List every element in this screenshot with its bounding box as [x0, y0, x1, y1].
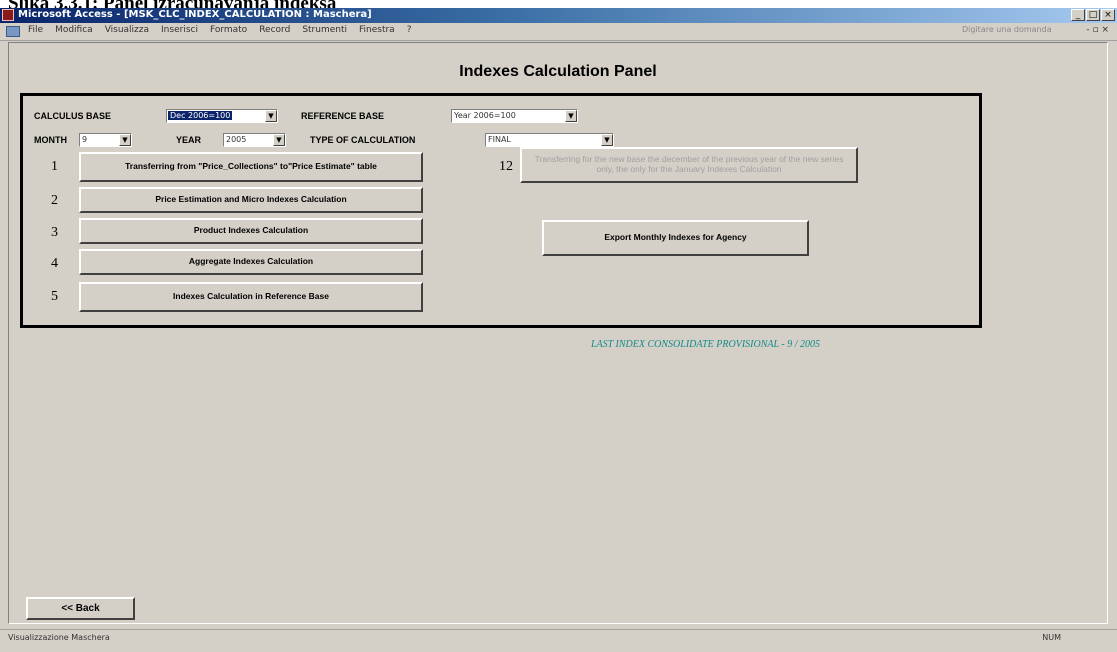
last-index-status: LAST INDEX CONSOLIDATE PROVISIONAL - 9 /…: [591, 339, 820, 350]
reference-base-value: Year 2006=100: [454, 111, 516, 120]
export-monthly-indexes-button[interactable]: Export Monthly Indexes for Agency: [542, 220, 809, 256]
step-5-number: 5: [51, 289, 58, 304]
type-of-calculation-label: TYPE OF CALCULATION: [310, 135, 416, 145]
maximize-button[interactable]: □: [1086, 9, 1100, 21]
menu-strumenti[interactable]: Strumenti: [302, 25, 347, 35]
form-area: Indexes Calculation Panel CALCULUS BASE …: [8, 42, 1108, 624]
calculus-base-value: Dec 2006=100: [168, 111, 233, 120]
panel-title: Indexes Calculation Panel: [459, 63, 657, 80]
month-label: MONTH: [34, 135, 67, 145]
step-12-number: 12: [499, 159, 513, 174]
month-value: 9: [82, 135, 88, 144]
product-indexes-button[interactable]: Product Indexes Calculation: [79, 218, 423, 244]
month-combo[interactable]: 9 ▼: [79, 133, 132, 147]
menu-modifica[interactable]: Modifica: [55, 25, 93, 35]
calculation-frame: CALCULUS BASE Dec 2006=100 ▼ REFERENCE B…: [20, 93, 982, 350]
year-combo[interactable]: 2005 ▼: [223, 133, 286, 147]
calculus-base-label: CALCULUS BASE: [34, 111, 112, 121]
mdi-window-controls[interactable]: - ▫ ×: [1086, 25, 1109, 35]
menu-record[interactable]: Record: [259, 25, 290, 35]
form-icon[interactable]: [6, 26, 20, 37]
menu-help[interactable]: ?: [407, 25, 412, 35]
menu-items: File Modifica Visualizza Inserisci Forma…: [28, 25, 423, 35]
price-estimation-button[interactable]: Price Estimation and Micro Indexes Calcu…: [79, 187, 423, 213]
reference-base-calculation-button[interactable]: Indexes Calculation in Reference Base: [79, 282, 423, 312]
calculus-base-combo[interactable]: Dec 2006=100 ▼: [166, 109, 278, 123]
window-controls: _ □ ×: [1070, 9, 1115, 22]
access-window: Microsoft Access - [MSK_CLC_INDEX_CALCUL…: [0, 8, 1117, 652]
transfer-price-collections-button[interactable]: Transferring from "Price_Collections" to…: [79, 152, 423, 182]
aggregate-indexes-button[interactable]: Aggregate Indexes Calculation: [79, 249, 423, 275]
dropdown-arrow-icon[interactable]: ▼: [265, 110, 277, 122]
status-bar: Visualizzazione Maschera NUM: [0, 629, 1117, 647]
status-view-mode: Visualizzazione Maschera: [8, 633, 110, 642]
year-label: YEAR: [176, 135, 202, 145]
back-button[interactable]: << Back: [26, 597, 135, 620]
help-question-input[interactable]: Digitare una domanda: [962, 25, 1077, 38]
dropdown-arrow-icon[interactable]: ▼: [119, 134, 131, 146]
step-3-number: 3: [51, 225, 58, 240]
type-of-calculation-combo[interactable]: FINAL ▼: [485, 133, 614, 147]
dropdown-arrow-icon[interactable]: ▼: [273, 134, 285, 146]
step-4-number: 4: [51, 256, 58, 271]
menu-bar: File Modifica Visualizza Inserisci Forma…: [0, 23, 1117, 41]
minimize-button[interactable]: _: [1071, 9, 1085, 21]
close-button[interactable]: ×: [1101, 9, 1115, 21]
step-2-number: 2: [51, 193, 58, 208]
menu-formato[interactable]: Formato: [210, 25, 247, 35]
menu-finestra[interactable]: Finestra: [359, 25, 395, 35]
year-value: 2005: [226, 135, 247, 144]
title-bar: Microsoft Access - [MSK_CLC_INDEX_CALCUL…: [0, 8, 1117, 23]
reference-base-label: REFERENCE BASE: [301, 111, 385, 121]
step-1-number: 1: [51, 159, 58, 174]
transfer-new-base-button[interactable]: Transferring for the new base the decemb…: [520, 147, 858, 183]
access-app-icon: [2, 9, 14, 21]
menu-inserisci[interactable]: Inserisci: [161, 25, 198, 35]
type-of-calculation-value: FINAL: [488, 135, 511, 144]
dropdown-arrow-icon[interactable]: ▼: [565, 110, 577, 122]
reference-base-combo[interactable]: Year 2006=100 ▼: [451, 109, 578, 123]
dropdown-arrow-icon[interactable]: ▼: [601, 134, 613, 146]
status-num-lock: NUM: [1042, 633, 1061, 642]
menu-file[interactable]: File: [28, 25, 43, 35]
window-title: Microsoft Access - [MSK_CLC_INDEX_CALCUL…: [18, 9, 372, 20]
menu-visualizza[interactable]: Visualizza: [105, 25, 149, 35]
